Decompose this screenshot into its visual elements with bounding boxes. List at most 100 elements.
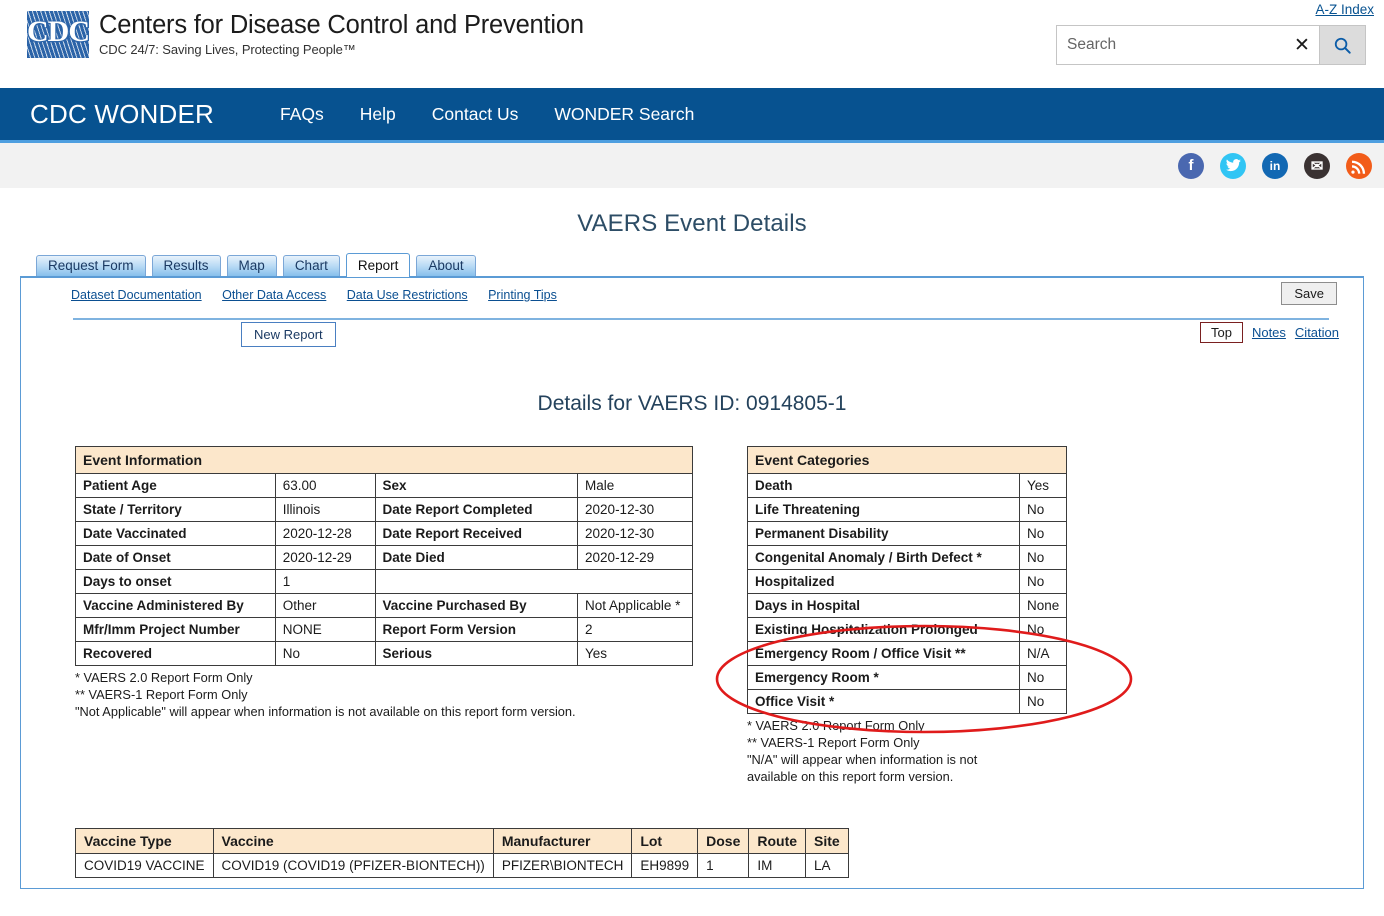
tab-chart[interactable]: Chart <box>282 255 340 277</box>
table-row: Life Threatening No <box>747 497 1068 522</box>
nav-item-wonder-search[interactable]: WONDER Search <box>536 104 712 125</box>
col-dose: Dose <box>697 827 750 854</box>
row-label-date-report-completed: Date Report Completed <box>374 497 579 522</box>
row-value-permanent-disability: No <box>1018 521 1068 546</box>
tab-report[interactable]: Report <box>345 253 411 277</box>
col-site: Site <box>805 827 849 854</box>
cell-dose: 1 <box>697 852 750 878</box>
cell-site: LA <box>805 852 849 878</box>
search-icon <box>1334 37 1351 54</box>
row-value-recovered: No <box>274 641 376 666</box>
search-input[interactable] <box>1057 26 1285 64</box>
event-categories-table: Event Categories Death Yes Life Threaten… <box>746 446 1068 714</box>
wonder-brand[interactable]: CDC WONDER <box>30 99 214 130</box>
email-icon[interactable]: ✉ <box>1304 152 1330 179</box>
row-value-emergency-room: No <box>1018 665 1068 690</box>
row-value-emergency-room-office-visit: N/A <box>1018 641 1068 666</box>
cell-vaccine: COVID19 (COVID19 (PFIZER-BIONTECH)) <box>212 852 494 878</box>
row-label-office-visit: Office Visit * <box>747 689 1020 714</box>
details-heading: Details for VAERS ID: 0914805-1 <box>537 392 847 415</box>
table-row: Days in Hospital None <box>747 593 1068 618</box>
row-label-mfr-imm-project-number: Mfr/Imm Project Number <box>75 617 276 642</box>
table-row: Recovered No Serious Yes <box>75 641 693 666</box>
top-button[interactable]: Top <box>1199 322 1243 343</box>
new-report-button[interactable]: New Report <box>241 322 336 347</box>
row-label-report-form-version: Report Form Version <box>374 617 579 642</box>
table-row: Days to onset 1 <box>75 569 693 594</box>
col-manufacturer: Manufacturer <box>492 827 633 854</box>
link-printing-tips[interactable]: Printing Tips <box>488 288 557 302</box>
table-row: COVID19 VACCINE COVID19 (COVID19 (PFIZER… <box>75 852 849 878</box>
report-page: VAERS Event Details Request Form Results… <box>20 188 1364 889</box>
linkedin-icon[interactable]: in <box>1262 152 1288 179</box>
save-button[interactable]: Save <box>1281 282 1337 305</box>
row-value-sex: Male <box>577 473 693 498</box>
agency-tagline: CDC 24/7: Saving Lives, Protecting Peopl… <box>99 41 356 57</box>
link-dataset-documentation[interactable]: Dataset Documentation <box>71 288 202 302</box>
row-label-date-report-received: Date Report Received <box>374 521 579 546</box>
row-label-existing-hospitalization-prolonged: Existing Hospitalization Prolonged <box>747 617 1020 642</box>
report-actions-row: New Report Top Notes Citation <box>21 320 1363 354</box>
row-label-serious: Serious <box>374 641 579 666</box>
cdc-masthead: A-Z Index CDC Centers for Disease Contro… <box>0 0 1384 88</box>
table-row: Emergency Room * No <box>747 665 1068 690</box>
cdc-logo[interactable]: CDC Centers for Disease Control and Prev… <box>27 11 584 58</box>
row-label-vaccine-purchased-by: Vaccine Purchased By <box>374 593 579 618</box>
col-lot: Lot <box>631 827 699 854</box>
syndicate-icon[interactable] <box>1346 152 1372 179</box>
event-information-header: Event Information <box>75 446 693 474</box>
event-information-footnote: * VAERS 2.0 Report Form Only ** VAERS-1 … <box>75 670 576 719</box>
vaccine-block: Vaccine Type Vaccine Manufacturer Lot Do… <box>21 827 1363 878</box>
tab-about[interactable]: About <box>416 255 476 277</box>
nav-item-contact-us[interactable]: Contact Us <box>414 104 537 125</box>
row-value-state-territory: Illinois <box>274 497 376 522</box>
row-label-date-of-onset: Date of Onset <box>75 545 276 570</box>
tables-area: Event Information Patient Age 63.00 Sex … <box>21 446 1363 786</box>
az-index-link[interactable]: A-Z Index <box>1315 2 1374 17</box>
col-vaccine-type: Vaccine Type <box>75 827 214 854</box>
row-value-serious: Yes <box>577 641 693 666</box>
tab-results[interactable]: Results <box>151 255 221 277</box>
citation-link[interactable]: Citation <box>1295 325 1339 340</box>
row-label-state-territory: State / Territory <box>75 497 276 522</box>
table-row: State / Territory Illinois Date Report C… <box>75 497 693 522</box>
link-data-use-restrictions[interactable]: Data Use Restrictions <box>347 288 468 302</box>
tab-request-form[interactable]: Request Form <box>36 255 146 277</box>
row-label-patient-age: Patient Age <box>75 473 276 498</box>
table-row: Permanent Disability No <box>747 521 1068 546</box>
row-label-days-to-onset: Days to onset <box>75 569 276 594</box>
row-label-days-in-hospital: Days in Hospital <box>747 593 1020 618</box>
cell-manufacturer: PFIZER\BIONTECH <box>492 852 633 878</box>
nav-item-faqs[interactable]: FAQs <box>262 104 342 125</box>
tab-map[interactable]: Map <box>226 255 277 277</box>
nav-item-help[interactable]: Help <box>342 104 414 125</box>
row-value-death: Yes <box>1018 473 1068 498</box>
syndicate-glyph <box>1351 160 1366 174</box>
table-header-row: Event Categories <box>746 446 1068 474</box>
clear-search-icon[interactable]: ✕ <box>1285 26 1319 64</box>
row-value-congenital-anomaly: No <box>1018 545 1068 570</box>
vaccine-table: Vaccine Type Vaccine Manufacturer Lot Do… <box>75 827 849 878</box>
site-search[interactable]: ✕ <box>1056 25 1366 65</box>
agency-text-block: Centers for Disease Control and Preventi… <box>99 11 584 57</box>
row-value-date-report-received: 2020-12-30 <box>577 521 693 546</box>
row-value-date-of-onset: 2020-12-29 <box>274 545 376 570</box>
row-value-date-vaccinated: 2020-12-28 <box>274 521 376 546</box>
row-empty-cell <box>374 569 693 594</box>
cell-vaccine-type: COVID19 VACCINE <box>75 852 214 878</box>
row-label-life-threatening: Life Threatening <box>747 497 1020 522</box>
twitter-icon[interactable] <box>1220 152 1246 179</box>
row-value-existing-hospitalization-prolonged: No <box>1018 617 1068 642</box>
link-other-data-access[interactable]: Other Data Access <box>222 288 326 302</box>
search-submit-button[interactable] <box>1319 26 1365 64</box>
row-label-death: Death <box>747 473 1020 498</box>
row-label-permanent-disability: Permanent Disability <box>747 521 1020 546</box>
row-label-hospitalized: Hospitalized <box>747 569 1020 594</box>
row-value-date-report-completed: 2020-12-30 <box>577 497 693 522</box>
facebook-icon[interactable]: f <box>1178 152 1204 179</box>
notes-link[interactable]: Notes <box>1252 325 1286 340</box>
row-value-patient-age: 63.00 <box>274 473 376 498</box>
wonder-nav-links: FAQs Help Contact Us WONDER Search <box>262 104 712 125</box>
cell-lot: EH9899 <box>631 852 699 878</box>
table-row: Congenital Anomaly / Birth Defect * No <box>747 545 1068 570</box>
